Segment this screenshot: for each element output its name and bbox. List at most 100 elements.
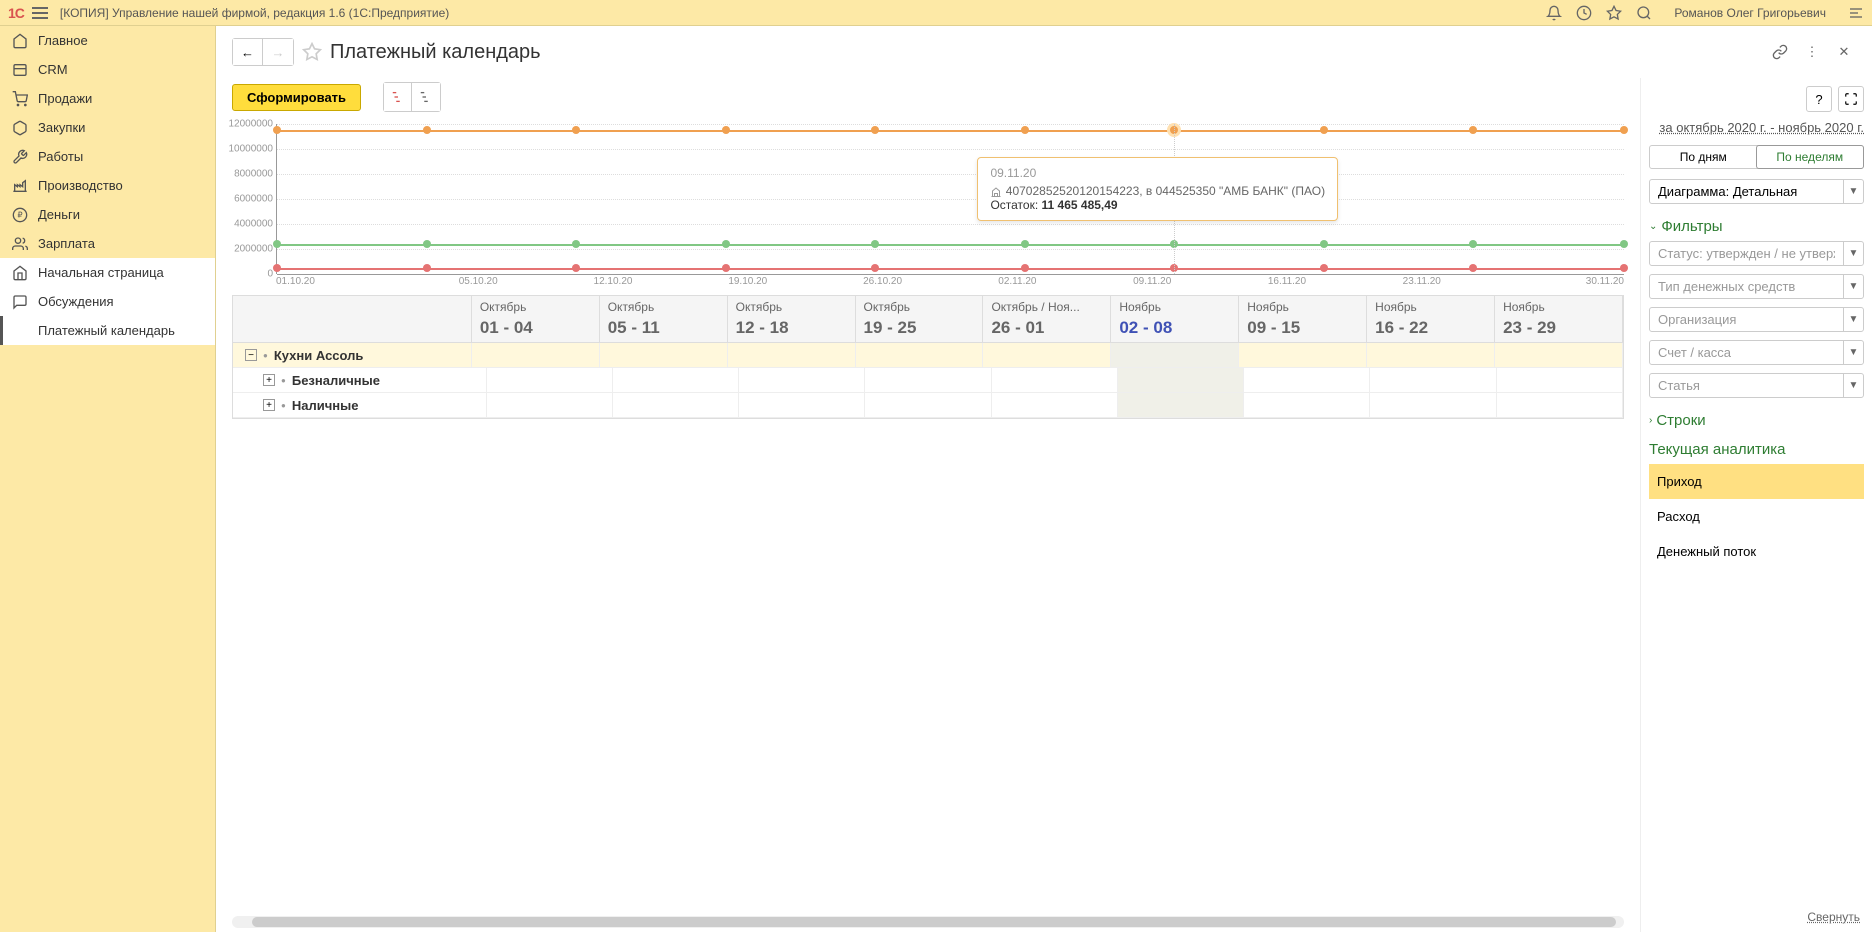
table-column-header[interactable]: Октябрь12 - 18 [728,296,856,342]
chart-point[interactable] [1620,126,1628,134]
cashtype-input[interactable] [1650,275,1843,298]
table-row[interactable]: +●Безналичные [233,368,1623,393]
account-input[interactable] [1650,341,1843,364]
chart-point[interactable] [722,240,730,248]
chart-point[interactable] [871,126,879,134]
chart-point[interactable] [273,264,281,272]
chart-point[interactable] [1320,264,1328,272]
table-cell[interactable] [728,343,856,367]
sidebar-item-discussions[interactable]: Обсуждения [0,287,215,316]
search-icon[interactable] [1636,5,1652,21]
chevron-down-icon[interactable]: ▼ [1843,275,1863,298]
status-filter[interactable]: ▼ [1649,241,1864,266]
sidebar-item-salary[interactable]: Зарплата [0,229,215,258]
collapse-link[interactable]: Свернуть [1807,910,1860,924]
table-column-header[interactable]: Ноябрь09 - 15 [1239,296,1367,342]
by-weeks-toggle[interactable]: По неделям [1756,145,1865,169]
cashtype-filter[interactable]: ▼ [1649,274,1864,299]
chart-point[interactable] [1021,240,1029,248]
settings-lines-icon[interactable] [1848,5,1864,21]
chart-point[interactable] [1620,240,1628,248]
back-button[interactable]: ← [233,39,263,65]
chart-point[interactable] [871,264,879,272]
table-cell[interactable] [1111,343,1239,367]
expand-tree-icon[interactable] [412,83,440,111]
table-cell[interactable] [1244,368,1370,392]
expand-icon[interactable]: + [263,399,275,411]
chevron-down-icon[interactable]: ▼ [1843,341,1863,364]
chart-point[interactable] [423,126,431,134]
table-row[interactable]: −●Кухни Ассоль [233,343,1623,368]
expand-icon[interactable]: + [263,374,275,386]
chart-point[interactable] [871,240,879,248]
table-cell[interactable] [739,368,865,392]
sidebar-item-main[interactable]: Главное [0,26,215,55]
by-days-toggle[interactable]: По дням [1650,146,1757,168]
more-icon[interactable]: ⋮ [1800,40,1824,64]
table-cell[interactable] [992,393,1118,417]
close-icon[interactable]: ✕ [1832,40,1856,64]
collapse-tree-icon[interactable] [384,83,412,111]
chart-point[interactable] [1620,264,1628,272]
filters-section[interactable]: ⌄ Фильтры [1649,212,1864,241]
analytics-cashflow[interactable]: Денежный поток [1649,534,1864,569]
chart-point[interactable] [572,126,580,134]
sidebar-item-money[interactable]: ₽ Деньги [0,200,215,229]
date-range-link[interactable]: за октябрь 2020 г. - ноябрь 2020 г. [1649,120,1864,135]
chart-point[interactable] [722,126,730,134]
analytics-expense[interactable]: Расход [1649,499,1864,534]
table-column-header[interactable]: Октябрь01 - 04 [472,296,600,342]
chart-point[interactable] [572,264,580,272]
chart-point[interactable] [1320,126,1328,134]
table-cell[interactable] [992,368,1118,392]
analytics-income[interactable]: Приход [1649,464,1864,499]
table-cell[interactable] [1367,343,1495,367]
sidebar-item-production[interactable]: Производство [0,171,215,200]
table-row[interactable]: +●Наличные [233,393,1623,418]
table-column-header[interactable]: Октябрь / Ноя...26 - 01 [983,296,1111,342]
table-cell[interactable] [472,343,600,367]
table-cell[interactable] [1239,343,1367,367]
diagram-input[interactable] [1650,180,1843,203]
chevron-down-icon[interactable]: ▼ [1843,374,1863,397]
link-icon[interactable] [1768,40,1792,64]
chart[interactable]: 12000000 10000000 8000000 6000000 400000… [276,124,1624,274]
table-cell[interactable] [613,368,739,392]
table-cell[interactable] [487,368,613,392]
chart-point[interactable] [1469,240,1477,248]
table-column-header[interactable]: Ноябрь16 - 22 [1367,296,1495,342]
table-cell[interactable] [856,343,984,367]
bell-icon[interactable] [1546,5,1562,21]
org-filter[interactable]: ▼ [1649,307,1864,332]
table-cell[interactable] [1118,393,1244,417]
table-cell[interactable] [739,393,865,417]
fullscreen-button[interactable] [1838,86,1864,112]
chart-point[interactable] [1021,264,1029,272]
article-input[interactable] [1650,374,1843,397]
sidebar-item-payment-calendar[interactable]: Платежный календарь [0,316,215,345]
history-icon[interactable] [1576,5,1592,21]
form-button[interactable]: Сформировать [232,84,361,111]
diagram-dropdown[interactable]: ▼ [1649,179,1864,204]
table-cell[interactable] [865,393,991,417]
chevron-down-icon[interactable]: ▼ [1843,242,1863,265]
chevron-down-icon[interactable]: ▼ [1843,308,1863,331]
account-filter[interactable]: ▼ [1649,340,1864,365]
chart-point[interactable] [1469,126,1477,134]
sidebar-item-crm[interactable]: CRM [0,55,215,84]
star-icon[interactable] [1606,5,1622,21]
horizontal-scrollbar[interactable] [232,916,1624,928]
chart-point[interactable] [273,126,281,134]
table-cell[interactable] [1370,393,1496,417]
table-column-header[interactable]: Октябрь05 - 11 [600,296,728,342]
help-button[interactable]: ? [1806,86,1832,112]
sidebar-item-purchases[interactable]: Закупки [0,113,215,142]
table-cell[interactable] [1497,393,1623,417]
sidebar-item-sales[interactable]: Продажи [0,84,215,113]
org-input[interactable] [1650,308,1843,331]
table-cell[interactable] [1495,343,1623,367]
sidebar-item-works[interactable]: Работы [0,142,215,171]
table-cell[interactable] [1244,393,1370,417]
chart-point[interactable] [423,240,431,248]
table-cell[interactable] [1497,368,1623,392]
